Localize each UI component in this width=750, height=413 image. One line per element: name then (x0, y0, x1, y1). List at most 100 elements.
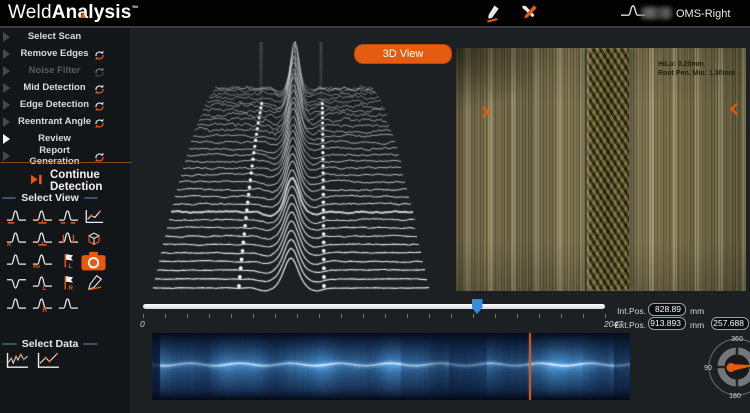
gauge-bottom-label: 180 (729, 393, 741, 400)
weld-seam (587, 48, 629, 291)
peak-baseline-view-icon[interactable] (5, 208, 26, 225)
header-line (84, 197, 98, 199)
edit-pencil-view-icon[interactable] (83, 274, 104, 291)
svg-text:Av: Av (32, 264, 40, 269)
peak-plain-view-icon[interactable] (57, 296, 78, 313)
logo-weld: Weld (8, 2, 52, 23)
ext-pos-label: Ext.Pos. (614, 320, 646, 330)
slider-tick (451, 314, 452, 318)
sidebar-step-select-scan[interactable]: Select Scan (0, 28, 130, 45)
peak-simple-view-icon[interactable] (5, 296, 26, 313)
flag-left-view-icon[interactable]: L (57, 252, 78, 269)
profile-3d-waterfall[interactable] (145, 40, 457, 298)
hilo-value: HiLo: 0.20mm (658, 60, 735, 69)
step-triangle-icon (3, 151, 15, 161)
marker-right-chevron-icon[interactable] (482, 105, 491, 118)
slider-tick (231, 314, 232, 318)
peak-avg-view-icon[interactable]: Av (31, 252, 52, 269)
peak-l-view-icon[interactable]: L (31, 274, 52, 291)
slider-tick (583, 314, 584, 318)
refresh-icon[interactable] (94, 99, 106, 110)
slider-tick (165, 314, 166, 318)
settings-tools-icon[interactable] (520, 4, 538, 22)
spacer (94, 133, 106, 144)
slider-tick (495, 314, 496, 318)
slider-tick (473, 314, 474, 318)
slider-tick (253, 314, 254, 318)
angle-value[interactable]: 257.688 (711, 317, 749, 330)
int-pos-label: Int.Pos. (614, 306, 646, 316)
peak-area-view-icon[interactable]: A (5, 230, 26, 247)
select-data-header: Select Data (2, 338, 98, 350)
raw-profile-data-icon[interactable] (5, 351, 31, 371)
data-icon-grid (5, 351, 62, 371)
logo-analysis-pre: An (52, 2, 78, 23)
step-triangle-icon (3, 134, 15, 144)
peak-narrow-view-icon[interactable] (5, 252, 26, 269)
peak-mid-view-icon[interactable] (31, 208, 52, 225)
step-triangle-icon (3, 49, 15, 59)
int-pos-value[interactable]: 828.89 (648, 303, 686, 316)
svg-text:R: R (68, 285, 73, 291)
peak-r-view-icon[interactable]: R (31, 296, 52, 313)
refresh-icon[interactable] (94, 116, 106, 127)
rotation-gauge[interactable]: 360 90 180 (700, 330, 750, 410)
header-line (83, 343, 98, 345)
step-label: Reentrant Angle (15, 116, 94, 127)
slider-tick (385, 314, 386, 318)
sidebar-step-remove-edges[interactable]: Remove Edges (0, 45, 130, 62)
svg-text:L: L (42, 285, 46, 291)
workflow-steps: Select ScanRemove Edges Noise Filter Mid… (0, 28, 130, 164)
sidebar-step-noise-filter[interactable]: Noise Filter (0, 62, 130, 79)
select-view-header: Select View (2, 192, 98, 204)
slider-tick (605, 314, 606, 318)
logo-analysis-post: lysis (88, 2, 131, 23)
ext-pos-value[interactable]: 913.893 (648, 317, 686, 330)
refresh-icon[interactable] (94, 150, 106, 161)
step-triangle-icon (3, 117, 15, 127)
step-triangle-icon (3, 83, 15, 93)
marker-left-chevron-icon[interactable] (730, 102, 739, 115)
refresh-icon[interactable] (94, 82, 106, 93)
line-chart-view-icon[interactable] (83, 208, 104, 225)
view-icon-grid: AAvLLRR (5, 208, 104, 313)
slider-tick (209, 314, 210, 318)
weld-analysis-window: WeldAnalysis™ OMS-Right Select ScanRemov… (0, 0, 750, 413)
int-pos-unit: mm (690, 306, 704, 316)
step-label: Mid Detection (15, 82, 94, 93)
trademark-symbol: ™ (132, 6, 139, 13)
slider-tick (429, 314, 430, 318)
peak-bracket-view-icon[interactable] (57, 230, 78, 247)
intensity-strip[interactable] (152, 333, 630, 400)
sidebar: Select ScanRemove Edges Noise Filter Mid… (0, 28, 130, 413)
svg-text:A: A (6, 242, 11, 247)
refresh-icon[interactable] (94, 48, 106, 59)
camera-view-icon[interactable] (80, 250, 106, 271)
annotate-pencil-icon[interactable] (485, 4, 503, 22)
slider-tick (561, 314, 562, 318)
trend-data-icon[interactable] (36, 351, 62, 371)
select-data-label: Select Data (22, 338, 79, 350)
slider-tick (341, 314, 342, 318)
scan-position-slider-thumb[interactable] (472, 299, 483, 314)
device-label: OMS-Right (676, 8, 730, 20)
3d-view-button[interactable]: 3D View (354, 44, 452, 64)
flag-right-view-icon[interactable]: R (57, 274, 78, 291)
step-label: Review (15, 133, 94, 144)
peak-measure-view-icon[interactable] (31, 230, 52, 247)
sidebar-step-reentrant-angle[interactable]: Reentrant Angle (0, 113, 130, 130)
slider-tick (539, 314, 540, 318)
root-pen-value: Root Pen. Min: 1.30mm (658, 69, 735, 78)
continue-detection-button[interactable]: Continue Detection (30, 169, 130, 193)
gauge-top-label: 360 (731, 336, 743, 343)
refresh-icon[interactable] (94, 65, 106, 76)
spacer (94, 31, 106, 42)
peak-width-view-icon[interactable] (57, 208, 78, 225)
valley-view-icon[interactable] (5, 274, 26, 291)
sidebar-step-mid-detection[interactable]: Mid Detection (0, 79, 130, 96)
scan-position-slider-track[interactable] (143, 304, 605, 309)
step-triangle-icon (3, 66, 15, 76)
play-pause-icon (30, 174, 43, 188)
sidebar-step-edge-detection[interactable]: Edge Detection (0, 96, 130, 113)
cube-3d-view-icon[interactable] (83, 230, 104, 247)
